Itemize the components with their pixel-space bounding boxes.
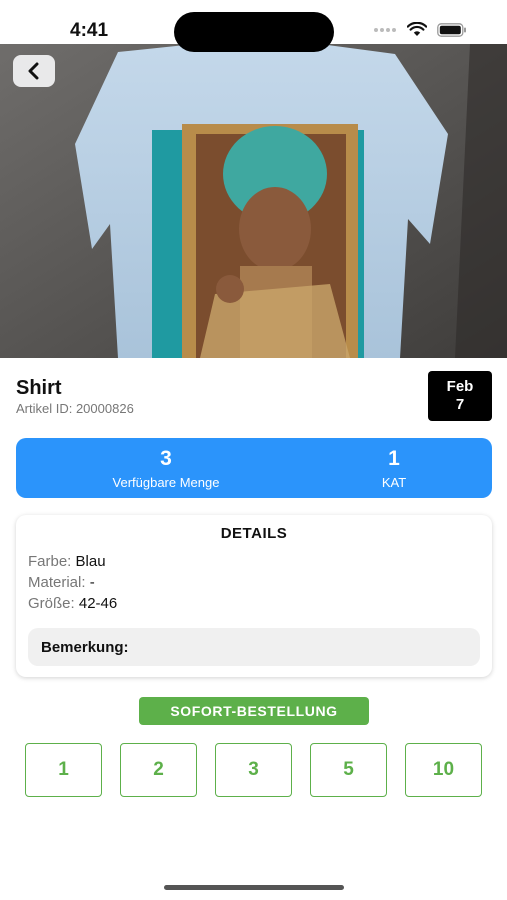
details-title: DETAILS	[220, 525, 288, 542]
article-id: Artikel ID: 20000826	[16, 401, 134, 416]
order-qty-button-3[interactable]: 3	[215, 743, 292, 797]
detail-color-key: Farbe:	[28, 553, 72, 570]
available-quantity: 3 Verfügbare Menge	[76, 438, 256, 498]
remark-field: Bemerkung:	[28, 628, 480, 666]
available-quantity-value: 3	[160, 446, 172, 470]
stock-summary: 3 Verfügbare Menge 1 KAT	[16, 438, 492, 498]
kat-value: 1	[388, 446, 400, 470]
wifi-icon	[407, 22, 427, 36]
detail-material-value: -	[89, 574, 95, 591]
status-time: 4:41	[70, 20, 109, 41]
details-card: DETAILS Farbe: Blau Material: - Größe: 4…	[16, 515, 492, 677]
order-qty-button-2[interactable]: 2	[120, 743, 197, 797]
shirt-photo-illustration	[0, 44, 507, 358]
detail-color-value: Blau	[75, 553, 106, 570]
available-quantity-label: Verfügbare Menge	[112, 474, 220, 490]
battery-icon	[437, 22, 466, 37]
detail-size-key: Größe:	[28, 595, 75, 612]
kat: 1 KAT	[334, 438, 454, 498]
detail-size-value: 42-46	[78, 595, 118, 612]
order-qty-button-10[interactable]: 10	[405, 743, 482, 797]
product-title: Shirt	[16, 377, 62, 399]
status-icons	[373, 22, 467, 37]
date-month: Feb	[446, 378, 474, 395]
home-indicator[interactable]	[164, 885, 344, 890]
detail-color: Farbe: Blau	[28, 553, 106, 570]
detail-material: Material: -	[28, 574, 95, 591]
chevron-left-icon	[28, 62, 39, 80]
kat-label: KAT	[381, 474, 407, 490]
remark-label: Bemerkung:	[41, 638, 129, 656]
order-qty-button-5[interactable]: 5	[310, 743, 387, 797]
back-button[interactable]	[13, 55, 55, 87]
date-day: 7	[455, 396, 465, 413]
signal-icon	[374, 27, 396, 32]
detail-material-key: Material:	[28, 574, 86, 591]
instant-order-label: SOFORT-BESTELLUNG	[139, 697, 369, 725]
order-qty-button-1[interactable]: 1	[25, 743, 102, 797]
dynamic-island	[174, 12, 334, 52]
date-badge: Feb 7	[428, 371, 492, 421]
detail-size: Größe: 42-46	[28, 595, 117, 612]
product-image	[0, 44, 507, 358]
